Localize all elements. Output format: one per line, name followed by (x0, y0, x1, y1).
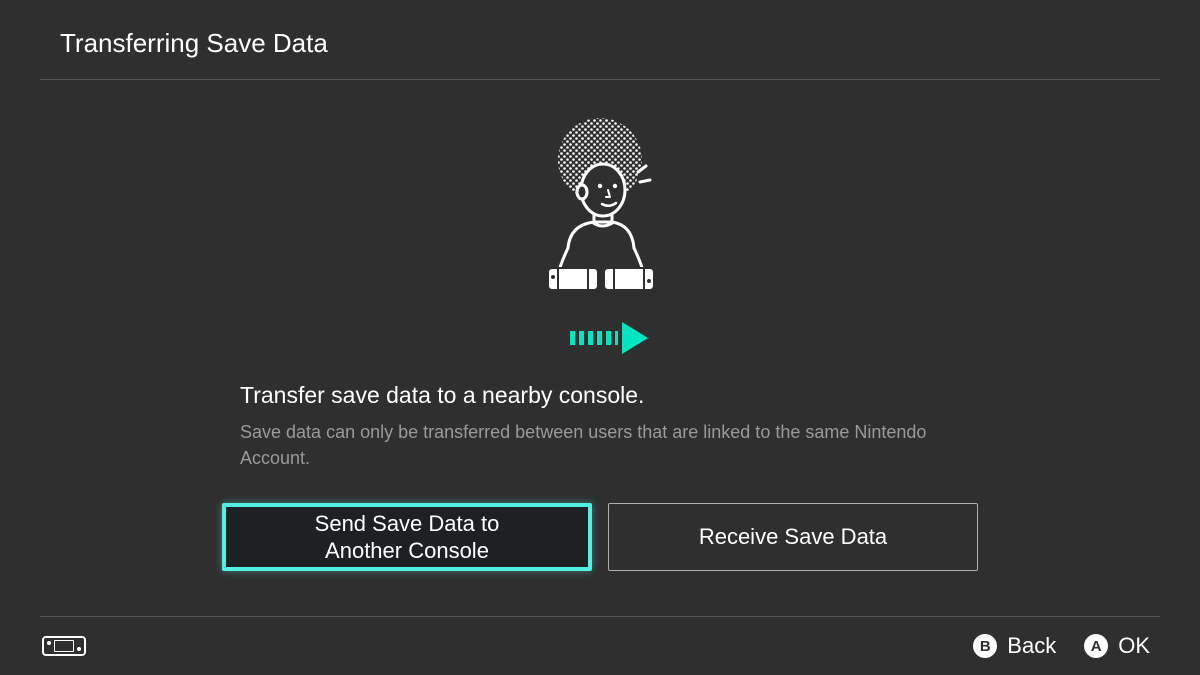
back-hint[interactable]: B Back (973, 633, 1056, 659)
receive-save-data-button[interactable]: Receive Save Data (608, 503, 978, 571)
send-save-data-button[interactable]: Send Save Data to Another Console (222, 503, 592, 571)
description-subtext: Save data can only be transferred betwee… (240, 419, 960, 471)
description-heading: Transfer save data to a nearby console. (240, 382, 960, 409)
b-button-icon: B (973, 634, 997, 658)
page-title: Transferring Save Data (60, 28, 1140, 59)
person-console-illustration (500, 110, 700, 310)
header: Transferring Save Data (0, 0, 1200, 79)
a-button-icon: A (1084, 634, 1108, 658)
ok-hint[interactable]: A OK (1084, 633, 1150, 659)
receive-button-label: Receive Save Data (699, 523, 887, 551)
main-content: Transfer save data to a nearby console. … (0, 80, 1200, 571)
ok-label: OK (1118, 633, 1150, 659)
transfer-arrow-icon (570, 322, 648, 354)
back-label: Back (1007, 633, 1056, 659)
send-button-label: Send Save Data to Another Console (277, 510, 537, 565)
button-row: Send Save Data to Another Console Receiv… (220, 503, 980, 571)
footer-left (42, 636, 86, 656)
description-block: Transfer save data to a nearby console. … (240, 382, 960, 471)
controller-icon (42, 636, 86, 656)
footer-right: B Back A OK (973, 633, 1150, 659)
footer: B Back A OK (0, 617, 1200, 675)
